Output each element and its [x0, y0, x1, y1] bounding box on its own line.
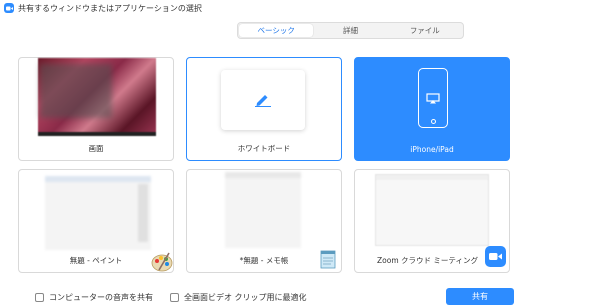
checkbox-box[interactable]: [35, 293, 44, 302]
optimize-video-checkbox[interactable]: 全画面ビデオ クリップ用に最適化: [170, 292, 307, 303]
card-label: 画面: [88, 144, 104, 153]
share-audio-label: コンピューターの音声を共有: [49, 293, 153, 302]
checkbox-box[interactable]: [170, 293, 179, 302]
share-button[interactable]: 共有: [446, 288, 514, 305]
window-title: 共有するウィンドウまたはアプリケーションの選択: [18, 3, 202, 13]
optimize-video-label: 全画面ビデオ クリップ用に最適化: [184, 293, 307, 302]
tab-advanced[interactable]: 詳細: [313, 24, 387, 37]
footer: コンピューターの音声を共有 全画面ビデオ クリップ用に最適化 共有: [0, 281, 600, 307]
iphone-airplay-icon: [418, 68, 448, 128]
paint-window-thumbnail: [45, 176, 151, 250]
zoom-app-icon: [4, 3, 14, 13]
share-option-zoom-window[interactable]: Zoom クラウド ミーティング: [354, 169, 510, 273]
zoom-window-thumbnail: [375, 174, 489, 246]
tab-files[interactable]: ファイル: [388, 24, 462, 37]
share-option-notepad-window[interactable]: *無題 - メモ帳: [186, 169, 342, 273]
tab-bar: ベーシック 詳細 ファイル: [237, 22, 464, 39]
whiteboard-thumbnail: [221, 70, 305, 130]
card-label: iPhone/iPad: [410, 145, 454, 154]
share-audio-checkbox[interactable]: コンピューターの音声を共有: [35, 292, 153, 303]
card-label: ホワイトボード: [237, 144, 291, 153]
pen-icon: [255, 95, 271, 107]
desktop-thumbnail: [38, 58, 156, 136]
share-option-iphone-ipad[interactable]: iPhone/iPad: [354, 57, 510, 161]
card-label: *無題 - メモ帳: [239, 256, 289, 265]
card-label: 無題 - ペイント: [69, 256, 123, 265]
tab-basic[interactable]: ベーシック: [239, 24, 314, 37]
share-option-screen[interactable]: 画面: [18, 57, 174, 161]
share-option-whiteboard[interactable]: ホワイトボード: [186, 57, 342, 161]
notepad-window-thumbnail: [225, 172, 301, 248]
title-bar: 共有するウィンドウまたはアプリケーションの選択: [0, 0, 600, 16]
card-label: Zoom クラウド ミーティング: [377, 256, 478, 265]
share-option-paint-window[interactable]: 無題 - ペイント: [18, 169, 174, 273]
